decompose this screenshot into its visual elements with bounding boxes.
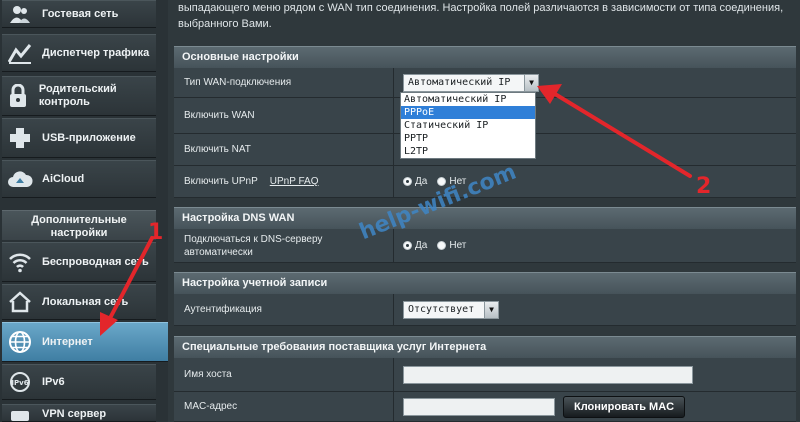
- enable-nat-label: Включить NAT: [174, 134, 394, 165]
- upnp-faq-link[interactable]: UPnP FAQ: [270, 176, 319, 187]
- wan-type-option[interactable]: PPTP: [401, 132, 535, 145]
- section-dns-wan: Настройка DNS WAN: [174, 207, 796, 229]
- sidebar-item-label: VPN сервер: [42, 408, 107, 420]
- intro-text: выпадающего меню рядом с WAN тип соедине…: [178, 2, 784, 30]
- usb-app-icon: [6, 124, 34, 152]
- sidebar-item-label: USB-приложение: [42, 131, 136, 144]
- home-icon: [6, 288, 34, 316]
- chevron-down-icon: ▼: [484, 301, 498, 318]
- guest-network-icon: [6, 0, 34, 28]
- ipv6-icon: IPv6: [6, 368, 34, 396]
- dns-yes-radio[interactable]: Да: [403, 240, 427, 251]
- wan-type-select[interactable]: Автоматический IP ▼: [403, 73, 539, 92]
- clone-mac-button[interactable]: Клонировать MAC: [563, 395, 686, 418]
- svg-text:IPv6: IPv6: [11, 379, 28, 387]
- sidebar-item-ipv6[interactable]: IPv6 IPv6: [2, 364, 156, 400]
- chevron-down-icon: ▼: [524, 74, 538, 91]
- auth-label: Аутентификация: [174, 294, 394, 325]
- enable-wan-label: Включить WAN: [174, 98, 394, 133]
- enable-upnp-text: Включить UPnP: [184, 176, 258, 187]
- mac-input[interactable]: [403, 397, 555, 416]
- sidebar: Гостевая сеть Диспетчер трафика Родитель…: [0, 0, 178, 422]
- row-auth: Аутентификация Отсутствует ▼: [174, 294, 796, 326]
- sidebar-item-label: Гостевая сеть: [42, 7, 119, 20]
- sidebar-item-label: Интернет: [42, 335, 93, 348]
- section-basic-settings: Основные настройки: [174, 46, 796, 68]
- radio-label: Да: [415, 240, 428, 251]
- sidebar-item-vpn[interactable]: VPN сервер: [2, 404, 156, 422]
- sidebar-item-usb-app[interactable]: USB-приложение: [2, 118, 156, 158]
- wan-type-label: Тип WAN-подключения: [174, 68, 394, 97]
- sidebar-item-wireless[interactable]: Беспроводная сеть: [2, 242, 156, 282]
- annotation-step-one: 1: [148, 220, 164, 245]
- sidebar-item-label: Диспетчер трафика: [42, 46, 150, 59]
- sidebar-item-label: Родительский контроль: [38, 83, 117, 108]
- mac-label: MAC-адрес: [174, 392, 394, 421]
- row-auto-dns: Подключаться к DNS-серверу автоматически…: [174, 229, 796, 263]
- hostname-input[interactable]: [403, 365, 693, 384]
- traffic-manager-icon: [6, 39, 34, 67]
- section-account: Настройка учетной записи: [174, 272, 796, 294]
- upnp-yes-radio[interactable]: Да: [403, 176, 427, 187]
- radio-label: Нет: [449, 240, 467, 251]
- wan-type-option[interactable]: L2TP: [401, 145, 535, 158]
- sidebar-item-lan[interactable]: Локальная сеть: [2, 284, 156, 320]
- sidebar-item-aicloud[interactable]: AiCloud: [2, 160, 156, 198]
- wan-type-option[interactable]: Автоматический IP: [401, 93, 535, 106]
- radio-label: Да: [415, 176, 428, 187]
- wan-type-option[interactable]: Статический IP: [401, 119, 535, 132]
- hostname-label: Имя хоста: [174, 358, 394, 391]
- row-hostname: Имя хоста: [174, 358, 796, 392]
- wan-type-dropdown-list: Автоматический IP PPPoE Статический IP PPTP…: [400, 92, 536, 159]
- radio-unchecked-icon: [437, 241, 447, 250]
- sidebar-item-internet[interactable]: Интернет: [2, 322, 178, 362]
- auth-select[interactable]: Отсутствует ▼: [403, 300, 499, 319]
- globe-icon: [6, 328, 34, 356]
- sidebar-item-label: IPv6: [42, 375, 65, 388]
- sidebar-item-label: Локальная сеть: [42, 295, 129, 308]
- vpn-icon: [6, 405, 34, 421]
- radio-checked-icon: [403, 241, 412, 250]
- enable-upnp-label: Включить UPnP UPnP FAQ: [174, 166, 394, 197]
- radio-checked-icon: [403, 177, 412, 186]
- cloud-icon: [6, 165, 34, 193]
- auth-selected-value: Отсутствует: [408, 304, 475, 315]
- dns-no-radio[interactable]: Нет: [437, 240, 466, 251]
- radio-unchecked-icon: [437, 177, 447, 186]
- row-mac: MAC-адрес Клонировать MAC: [174, 392, 796, 422]
- sidebar-item-label: AiCloud: [42, 172, 85, 185]
- annotation-step-two: 2: [696, 174, 712, 199]
- sidebar-section-title: Дополнительные настройки: [2, 210, 156, 240]
- sidebar-item-label: Беспроводная сеть: [42, 255, 149, 268]
- wifi-icon: [6, 248, 34, 276]
- wan-type-selected-value: Автоматический IP: [408, 77, 511, 88]
- sidebar-item-traffic-manager[interactable]: Диспетчер трафика: [2, 34, 156, 72]
- sidebar-item-parental-control[interactable]: Родительский контроль: [2, 76, 156, 116]
- sidebar-item-guest-network[interactable]: Гостевая сеть: [2, 0, 156, 28]
- wan-type-option[interactable]: PPPoE: [401, 106, 535, 119]
- parental-control-icon: [6, 82, 31, 110]
- section-isp-requirements: Специальные требования поставщика услуг …: [174, 336, 796, 358]
- main-content: выпадающего меню рядом с WAN тип соедине…: [168, 0, 800, 422]
